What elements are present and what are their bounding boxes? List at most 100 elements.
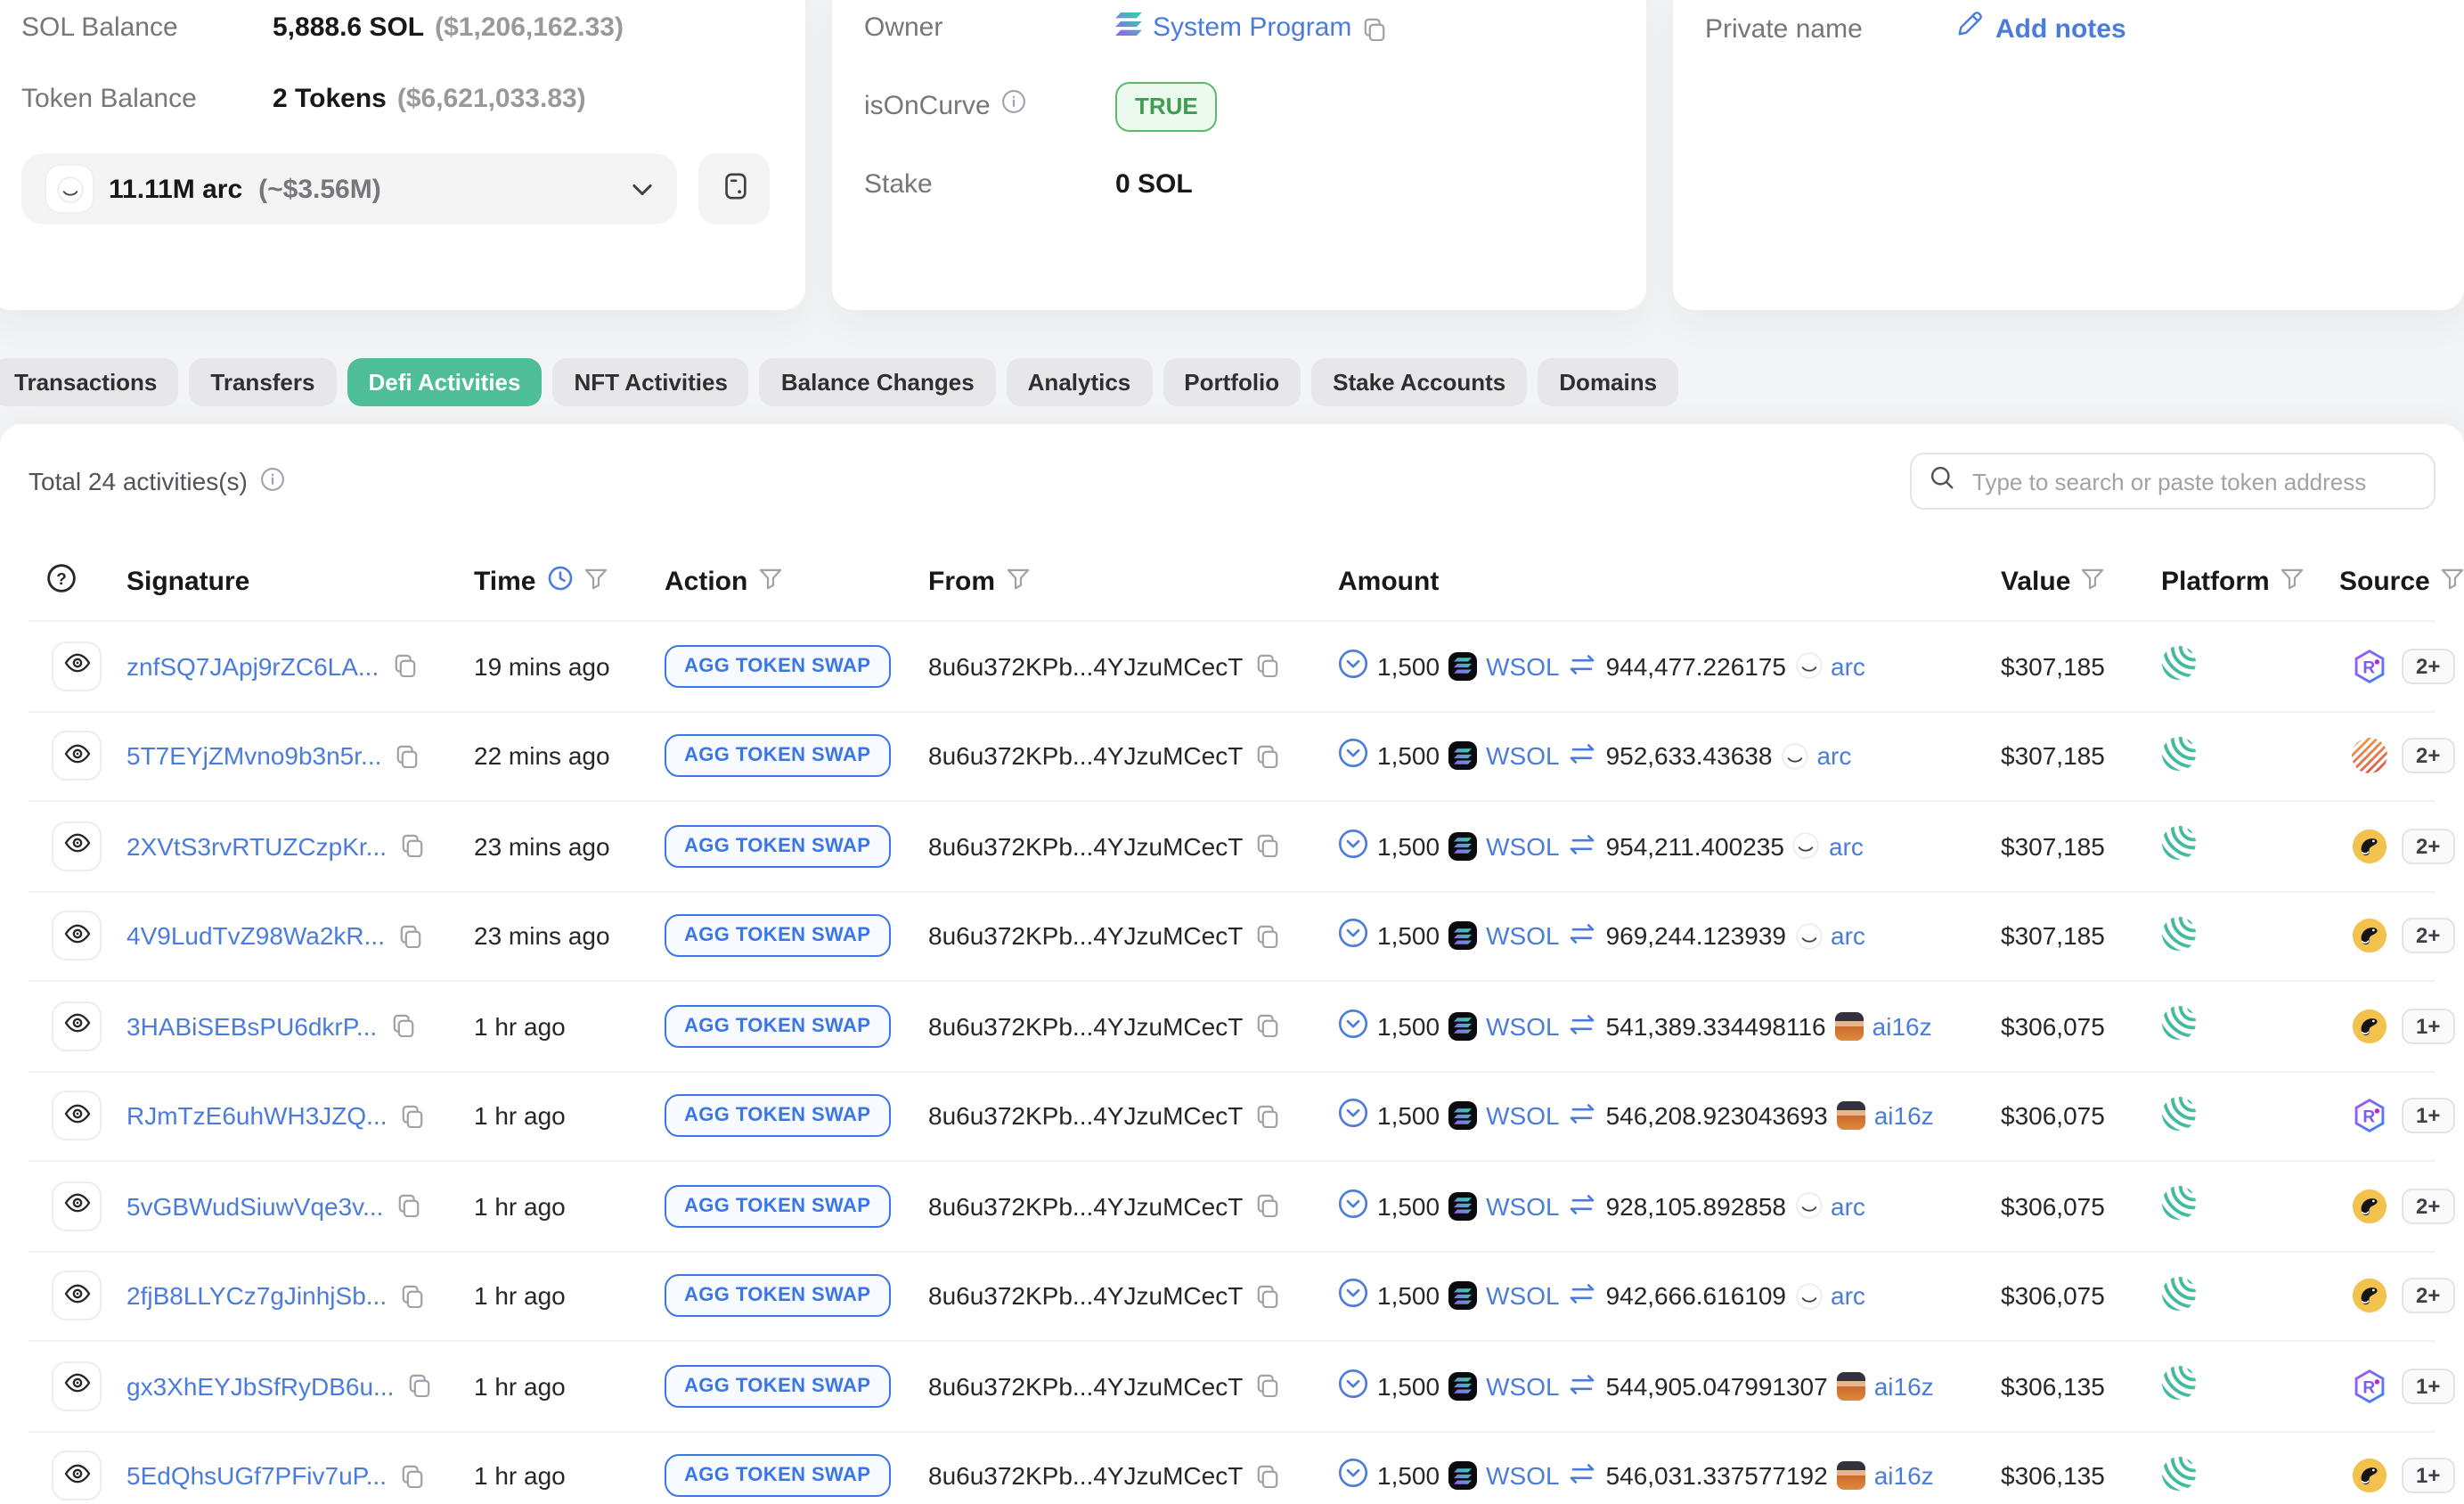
action-badge[interactable]: AGG TOKEN SWAP [665, 1094, 891, 1138]
eye-button[interactable] [52, 1001, 102, 1051]
copy-icon[interactable] [401, 835, 424, 858]
signature-link[interactable]: RJmTzE6uhWH3JZQ... [126, 1102, 388, 1131]
from-address[interactable]: 8u6u372KPb...4YJzuMCecT [928, 742, 1243, 771]
copy-icon[interactable] [393, 655, 416, 678]
filter-icon[interactable] [584, 566, 608, 596]
token-in-link[interactable]: WSOL [1486, 1372, 1559, 1401]
tab-balance-changes[interactable]: Balance Changes [759, 358, 996, 406]
source-count-badge[interactable]: 1+ [2402, 1368, 2455, 1404]
signature-link[interactable]: 5vGBWudSiuwVqe3v... [126, 1192, 383, 1221]
token-out-link[interactable]: arc [1831, 1192, 1865, 1221]
action-badge[interactable]: AGG TOKEN SWAP [665, 1274, 891, 1318]
eye-button[interactable] [52, 641, 102, 691]
eye-button[interactable] [52, 911, 102, 961]
striped-source-icon[interactable] [2352, 738, 2387, 774]
eye-button[interactable] [52, 1361, 102, 1411]
swap-detail-icon[interactable] [1338, 919, 1368, 954]
token-out-link[interactable]: arc [1831, 652, 1865, 681]
token-out-link[interactable]: arc [1831, 1282, 1865, 1311]
tab-analytics[interactable]: Analytics [1006, 358, 1153, 406]
token-out-link[interactable]: arc [1816, 742, 1851, 771]
platform-icon[interactable] [2161, 1456, 2197, 1497]
eye-button[interactable] [52, 1181, 102, 1231]
tab-domains[interactable]: Domains [1538, 358, 1679, 406]
signature-link[interactable]: 2fjB8LLYCz7gJinhjSb... [126, 1282, 387, 1311]
platform-icon[interactable] [2161, 916, 2197, 957]
copy-icon[interactable] [391, 1015, 414, 1038]
swap-detail-icon[interactable] [1338, 1099, 1368, 1134]
swap-detail-icon[interactable] [1338, 1189, 1368, 1224]
copy-icon[interactable] [1255, 1375, 1278, 1398]
token-out-link[interactable]: arc [1829, 832, 1864, 861]
copy-icon[interactable] [1255, 655, 1278, 678]
action-badge[interactable]: AGG TOKEN SWAP [665, 914, 891, 958]
token-out-link[interactable]: ai16z [1872, 1012, 1932, 1041]
swap-detail-icon[interactable] [1338, 649, 1368, 684]
token-out-link[interactable]: ai16z [1874, 1372, 1934, 1401]
tab-portfolio[interactable]: Portfolio [1163, 358, 1301, 406]
from-address[interactable]: 8u6u372KPb...4YJzuMCecT [928, 1462, 1243, 1491]
from-address[interactable]: 8u6u372KPb...4YJzuMCecT [928, 922, 1243, 951]
search-input[interactable] [1969, 466, 2416, 496]
token-out-link[interactable]: ai16z [1874, 1102, 1934, 1131]
eye-button[interactable] [52, 821, 102, 871]
action-badge[interactable]: AGG TOKEN SWAP [665, 824, 891, 868]
action-badge[interactable]: AGG TOKEN SWAP [665, 1004, 891, 1048]
from-address[interactable]: 8u6u372KPb...4YJzuMCecT [928, 1192, 1243, 1221]
platform-icon[interactable] [2161, 646, 2197, 687]
token-dropdown[interactable]: 11.11M arc (~$3.56M) [21, 153, 677, 225]
token-in-link[interactable]: WSOL [1486, 1012, 1559, 1041]
source-count-badge[interactable]: 2+ [2402, 738, 2455, 774]
token-in-link[interactable]: WSOL [1486, 1282, 1559, 1311]
filter-icon[interactable] [2081, 566, 2104, 596]
action-badge[interactable]: AGG TOKEN SWAP [665, 1454, 891, 1498]
platform-icon[interactable] [2161, 1096, 2197, 1137]
source-count-badge[interactable]: 2+ [2402, 1188, 2455, 1224]
source-count-badge[interactable]: 1+ [2402, 1098, 2455, 1134]
token-in-link[interactable]: WSOL [1486, 922, 1559, 951]
platform-icon[interactable] [2161, 1186, 2197, 1227]
question-icon[interactable]: ? [46, 562, 77, 600]
eye-button[interactable] [52, 731, 102, 781]
copy-icon[interactable] [1255, 1195, 1278, 1218]
token-in-link[interactable]: WSOL [1486, 1102, 1559, 1131]
filter-icon[interactable] [2441, 566, 2464, 596]
rango-source-icon[interactable]: R [2352, 1099, 2387, 1134]
tab-transactions[interactable]: Transactions [0, 358, 179, 406]
orca-source-icon[interactable] [2352, 1009, 2387, 1044]
from-address[interactable]: 8u6u372KPb...4YJzuMCecT [928, 652, 1243, 681]
action-badge[interactable]: AGG TOKEN SWAP [665, 1184, 891, 1228]
orca-source-icon[interactable] [2352, 1189, 2387, 1224]
copy-icon[interactable] [401, 1285, 424, 1308]
filter-icon[interactable] [1006, 566, 1029, 596]
source-count-badge[interactable]: 2+ [2402, 828, 2455, 864]
swap-detail-icon[interactable] [1338, 1459, 1368, 1494]
signature-link[interactable]: 5EdQhsUGf7PFiv7uP... [126, 1462, 387, 1491]
swap-detail-icon[interactable] [1338, 739, 1368, 774]
orca-source-icon[interactable] [2352, 919, 2387, 954]
token-out-link[interactable]: ai16z [1874, 1462, 1934, 1491]
copy-icon[interactable] [1255, 1465, 1278, 1488]
eye-button[interactable] [52, 1451, 102, 1501]
action-badge[interactable]: AGG TOKEN SWAP [665, 1364, 891, 1408]
copy-icon[interactable] [401, 1465, 424, 1488]
from-address[interactable]: 8u6u372KPb...4YJzuMCecT [928, 1372, 1243, 1401]
orca-source-icon[interactable] [2352, 829, 2387, 864]
signature-link[interactable]: 3HABiSEBsPU6dkrP... [126, 1012, 377, 1041]
copy-icon[interactable] [397, 1195, 420, 1218]
copy-icon[interactable] [402, 1105, 425, 1128]
swap-detail-icon[interactable] [1338, 1279, 1368, 1314]
eye-button[interactable] [52, 1271, 102, 1321]
signature-link[interactable]: znfSQ7JApj9rZC6LA... [126, 652, 379, 681]
platform-icon[interactable] [2161, 1006, 2197, 1047]
copy-icon[interactable] [396, 745, 419, 768]
signature-link[interactable]: 5T7EYjZMvno9b3n5r... [126, 742, 381, 771]
tab-transfers[interactable]: Transfers [189, 358, 337, 406]
filter-icon[interactable] [2280, 566, 2304, 596]
signature-link[interactable]: 4V9LudTvZ98Wa2kR... [126, 922, 385, 951]
action-badge[interactable]: AGG TOKEN SWAP [665, 644, 891, 688]
source-count-badge[interactable]: 2+ [2402, 648, 2455, 684]
from-address[interactable]: 8u6u372KPb...4YJzuMCecT [928, 1012, 1243, 1041]
orca-source-icon[interactable] [2352, 1279, 2387, 1314]
platform-icon[interactable] [2161, 826, 2197, 867]
